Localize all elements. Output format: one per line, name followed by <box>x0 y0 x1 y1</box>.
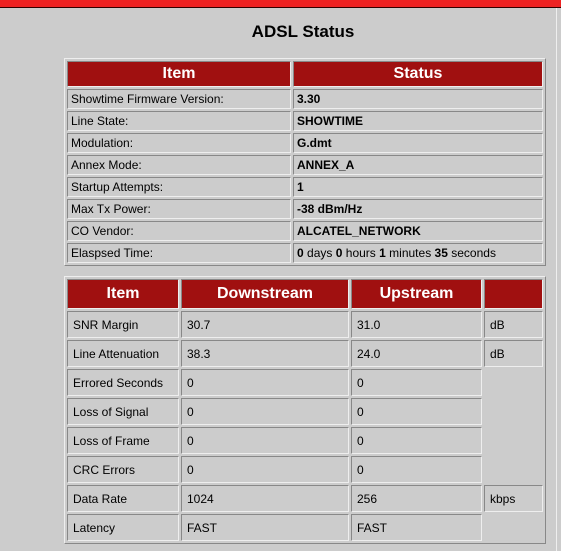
table-row: Max Tx Power: -38 dBm/Hz <box>67 199 543 219</box>
elapsed-seconds: 35 <box>434 246 448 260</box>
upstream-value: 31.0 <box>351 311 482 338</box>
table-row: Data Rate 1024 256 kbps <box>67 485 543 512</box>
downstream-value: 0 <box>181 398 349 425</box>
row-label: Showtime Firmware Version: <box>67 89 291 109</box>
row-label: CO Vendor: <box>67 221 291 241</box>
table-row: Errored Seconds 0 0 <box>67 369 543 396</box>
row-label: Max Tx Power: <box>67 199 291 219</box>
row-label: Modulation: <box>67 133 291 153</box>
upstream-value: 0 <box>351 456 482 483</box>
unit <box>484 456 543 483</box>
row-label: Line Attenuation <box>67 340 179 367</box>
elapsed-days: 0 <box>297 246 304 260</box>
header-item: Item <box>67 61 291 87</box>
row-label: Annex Mode: <box>67 155 291 175</box>
row-label: Startup Attempts: <box>67 177 291 197</box>
header-status: Status <box>293 61 543 87</box>
downstream-value: FAST <box>181 514 349 541</box>
upstream-value: FAST <box>351 514 482 541</box>
table-row: Line State: SHOWTIME <box>67 111 543 131</box>
row-value: ANNEX_A <box>293 155 543 175</box>
row-label: Data Rate <box>67 485 179 512</box>
downstream-value: 30.7 <box>181 311 349 338</box>
seconds-unit: seconds <box>451 246 496 260</box>
header-row: Item Status <box>67 61 543 87</box>
unit: kbps <box>484 485 543 512</box>
row-label: Line State: <box>67 111 291 131</box>
row-label: Loss of Signal <box>67 398 179 425</box>
row-value: 3.30 <box>293 89 543 109</box>
adsl-status-table: Item Status Showtime Firmware Version: 3.… <box>64 58 546 266</box>
top-banner <box>0 0 561 8</box>
hours-unit: hours <box>345 246 376 260</box>
table-row: Elaspsed Time: 0 days 0 hours 1 minutes … <box>67 243 543 263</box>
upstream-value: 24.0 <box>351 340 482 367</box>
frame-edge <box>556 8 557 551</box>
table-row: Showtime Firmware Version: 3.30 <box>67 89 543 109</box>
table-row: Annex Mode: ANNEX_A <box>67 155 543 175</box>
row-label: CRC Errors <box>67 456 179 483</box>
upstream-value: 256 <box>351 485 482 512</box>
row-value: ALCATEL_NETWORK <box>293 221 543 241</box>
table-row: Modulation: G.dmt <box>67 133 543 153</box>
table-row: CRC Errors 0 0 <box>67 456 543 483</box>
downstream-value: 1024 <box>181 485 349 512</box>
row-value: SHOWTIME <box>293 111 543 131</box>
table-row: CO Vendor: ALCATEL_NETWORK <box>67 221 543 241</box>
days-unit: days <box>307 246 333 260</box>
unit: dB <box>484 340 543 367</box>
downstream-value: 0 <box>181 456 349 483</box>
upstream-value: 0 <box>351 369 482 396</box>
adsl-statistics-table: Item Downstream Upstream SNR Margin 30.7 3… <box>64 276 546 544</box>
row-label: Elaspsed Time: <box>67 243 291 263</box>
table-row: Latency FAST FAST <box>67 514 543 541</box>
row-label: Loss of Frame <box>67 427 179 454</box>
row-value: -38 dBm/Hz <box>293 199 543 219</box>
row-value: 1 <box>293 177 543 197</box>
downstream-value: 0 <box>181 369 349 396</box>
row-label: Latency <box>67 514 179 541</box>
table-row: Startup Attempts: 1 <box>67 177 543 197</box>
page-title: ADSL Status <box>251 22 355 41</box>
table-row: Loss of Signal 0 0 <box>67 398 543 425</box>
table-row: Loss of Frame 0 0 <box>67 427 543 454</box>
header-unit <box>484 279 543 309</box>
elapsed-minutes: 1 <box>379 246 386 260</box>
upstream-value: 0 <box>351 427 482 454</box>
downstream-value: 38.3 <box>181 340 349 367</box>
table-row: SNR Margin 30.7 31.0 dB <box>67 311 543 338</box>
header-row: Item Downstream Upstream <box>67 279 543 309</box>
header-upstream: Upstream <box>351 279 482 309</box>
header-item: Item <box>67 279 179 309</box>
unit <box>484 398 543 425</box>
elapsed-time-value: 0 days 0 hours 1 minutes 35 seconds <box>293 243 543 263</box>
row-value: G.dmt <box>293 133 543 153</box>
elapsed-hours: 0 <box>335 246 343 260</box>
upstream-value: 0 <box>351 398 482 425</box>
downstream-value: 0 <box>181 427 349 454</box>
unit <box>484 369 543 396</box>
row-label: Errored Seconds <box>67 369 179 396</box>
unit <box>484 514 543 541</box>
table-row: Line Attenuation 38.3 24.0 dB <box>67 340 543 367</box>
unit: dB <box>484 311 543 338</box>
row-label: SNR Margin <box>67 311 179 338</box>
minutes-unit: minutes <box>389 246 432 260</box>
header-downstream: Downstream <box>181 279 349 309</box>
unit <box>484 427 543 454</box>
